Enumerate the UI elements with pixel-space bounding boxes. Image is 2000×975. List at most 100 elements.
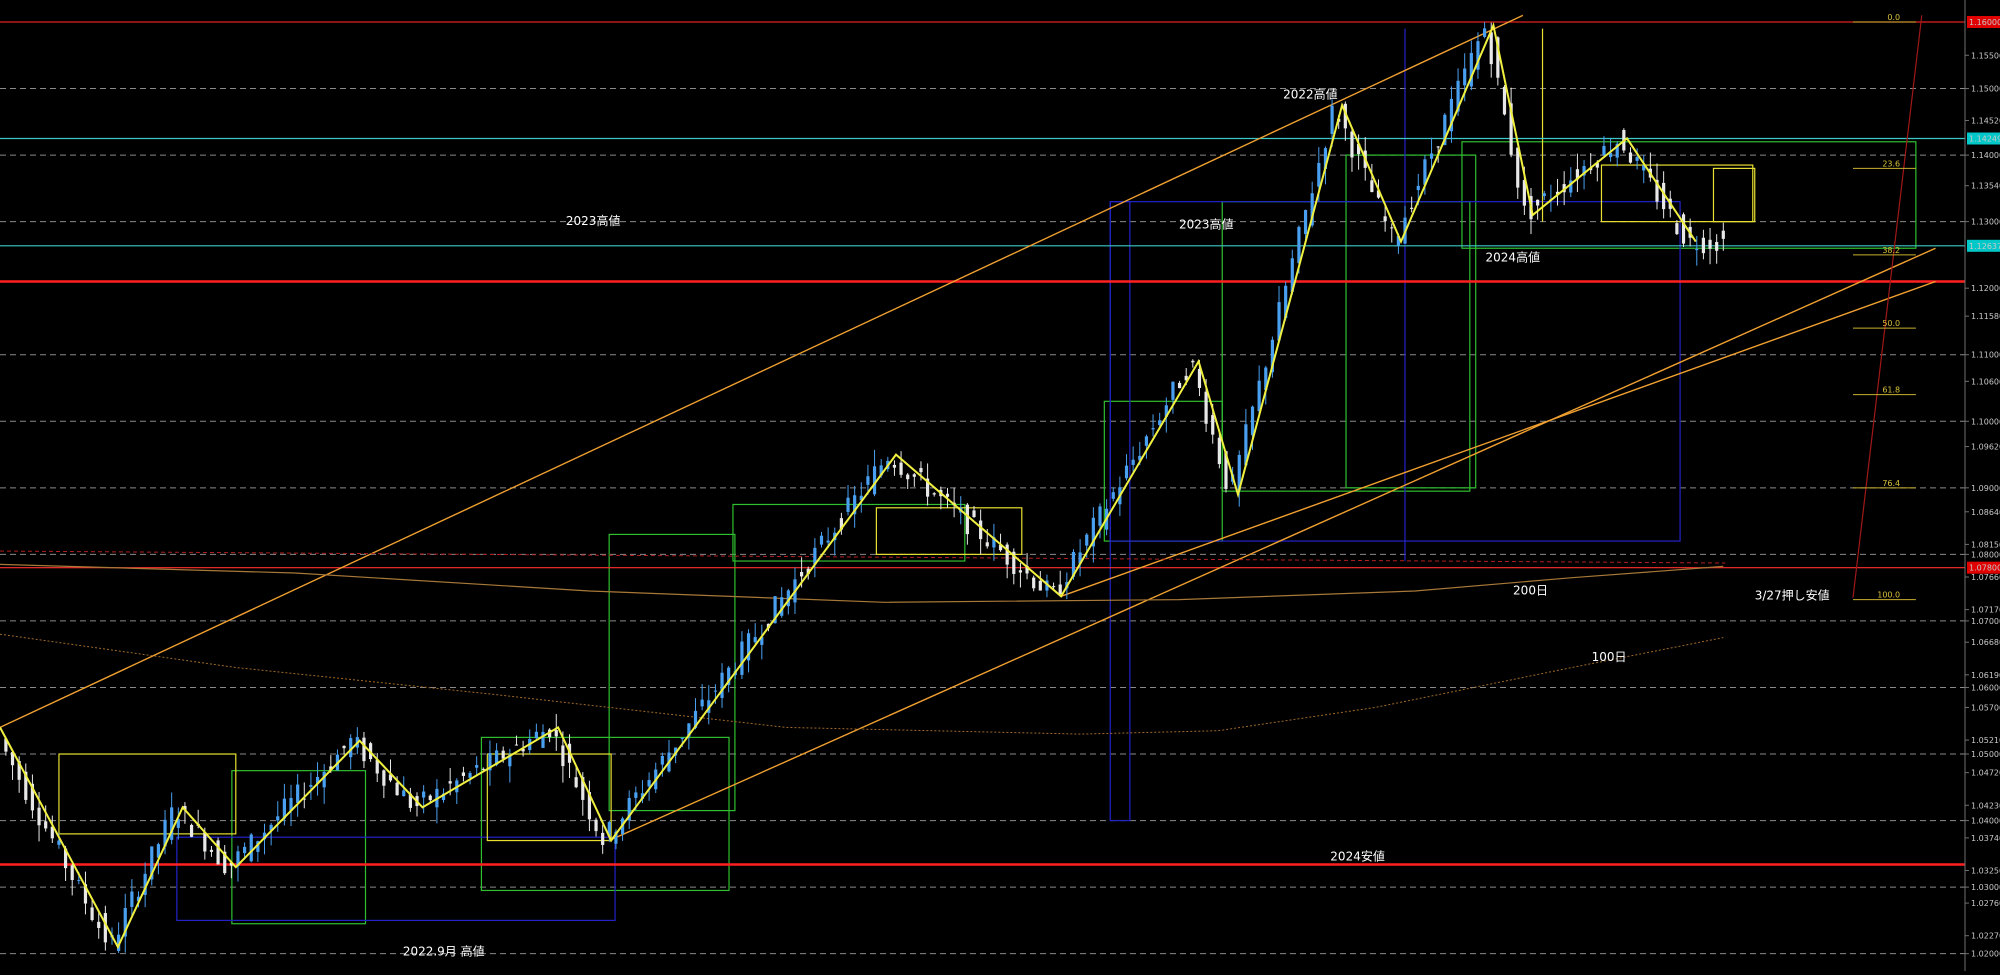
price-tick-label: 1.10600 bbox=[1971, 377, 2000, 386]
candle-body bbox=[912, 474, 916, 477]
chart-annotation: 2024安値 bbox=[1330, 849, 1385, 864]
ma-200-line bbox=[0, 563, 1724, 603]
candle-body bbox=[1131, 459, 1135, 465]
candle-body bbox=[342, 745, 346, 749]
candle-body bbox=[1197, 369, 1202, 388]
price-tick-label: 1.02760 bbox=[1971, 899, 2000, 908]
candle-body bbox=[1018, 570, 1023, 573]
price-axis[interactable]: 1.15500 1.15000 1.14520 1.14000 1.13540 1.130… bbox=[1964, 0, 2000, 971]
candle-body bbox=[216, 840, 220, 865]
candle-body bbox=[1144, 436, 1149, 446]
candle-body bbox=[189, 824, 194, 837]
candle-body bbox=[819, 535, 824, 545]
candle-body bbox=[541, 731, 545, 748]
candle-body bbox=[1217, 437, 1221, 465]
candle-body bbox=[1350, 131, 1354, 158]
candle-body bbox=[1370, 180, 1374, 193]
candle-body bbox=[647, 780, 651, 787]
price-highlight-label: 1.14249 bbox=[1969, 135, 2000, 144]
chart-annotation: 100日 bbox=[1592, 650, 1627, 664]
candle-body bbox=[634, 792, 638, 798]
candle-body bbox=[1715, 241, 1719, 251]
candle-body bbox=[1721, 230, 1725, 239]
fibonacci-retracement: 0.0 23.6 38.2 50.0 61.8 76.4 100.0 bbox=[1852, 13, 1916, 601]
candle-body bbox=[1502, 86, 1507, 115]
candle-body bbox=[203, 832, 207, 852]
candle-body bbox=[740, 641, 744, 675]
candle-body bbox=[866, 476, 870, 485]
price-highlight-label: 1.16000 bbox=[1969, 18, 2000, 27]
price-tick-label: 1.07660 bbox=[1971, 573, 2000, 582]
range-box bbox=[176, 836, 616, 921]
range-box bbox=[58, 753, 237, 835]
price-chart[interactable]: 0.0 23.6 38.2 50.0 61.8 76.4 100.0 2022高値 2023高… bbox=[0, 0, 2000, 971]
chart-annotation: 200日 bbox=[1513, 583, 1548, 597]
fibo-level-label: 50.0 bbox=[1882, 319, 1900, 328]
candle-body bbox=[461, 772, 466, 776]
price-tick-label: 1.02270 bbox=[1971, 932, 2000, 941]
candle-body bbox=[70, 865, 74, 881]
candle-body bbox=[1516, 147, 1520, 188]
price-highlight-label: 1.12637 bbox=[1969, 242, 2000, 251]
candle-body bbox=[932, 493, 936, 495]
price-tick-label: 1.06190 bbox=[1971, 671, 2000, 680]
candle-body bbox=[846, 497, 850, 512]
candle-body bbox=[1675, 223, 1679, 235]
candle-body bbox=[1708, 239, 1712, 249]
candle-body bbox=[1410, 207, 1414, 209]
candle-body bbox=[713, 690, 718, 692]
candle-body bbox=[800, 572, 804, 577]
price-tick-label: 1.02000 bbox=[1971, 950, 2000, 959]
candle-body bbox=[1536, 199, 1540, 206]
candle-body bbox=[1297, 226, 1301, 264]
candle-body bbox=[753, 637, 757, 643]
range-box bbox=[1712, 167, 1756, 223]
candle-body bbox=[130, 891, 134, 907]
candle-body bbox=[534, 731, 538, 739]
price-highlight-label: 1.07800 bbox=[1969, 564, 2000, 573]
price-tick-label: 1.08000 bbox=[1971, 550, 2000, 559]
candle-body bbox=[1098, 506, 1102, 526]
candle-body bbox=[395, 782, 399, 796]
candle-body bbox=[892, 464, 897, 468]
candle-body bbox=[249, 834, 253, 862]
ma-100-line bbox=[0, 633, 1724, 735]
candle-body bbox=[1151, 428, 1155, 430]
price-tick-label: 1.11580 bbox=[1971, 312, 2000, 321]
chart-annotation: 2023高値 bbox=[1179, 216, 1234, 231]
price-tick-label: 1.15500 bbox=[1971, 51, 2000, 60]
candle-body bbox=[872, 466, 877, 495]
candle-body bbox=[919, 468, 923, 473]
range-box bbox=[608, 533, 736, 812]
candle-body bbox=[44, 821, 48, 829]
candle-body bbox=[979, 520, 983, 540]
candle-body bbox=[1191, 360, 1195, 363]
candle-body bbox=[322, 771, 326, 788]
range-box bbox=[486, 753, 612, 842]
price-tick-label: 1.04230 bbox=[1971, 801, 2000, 810]
diagonal-line bbox=[1852, 15, 1923, 598]
candle-body bbox=[382, 770, 386, 786]
key-level-lines bbox=[0, 21, 1965, 866]
price-tick-label: 1.08640 bbox=[1971, 508, 2000, 517]
candle-body bbox=[243, 846, 247, 854]
candle-body bbox=[1330, 105, 1334, 134]
price-tick-label: 1.07170 bbox=[1971, 606, 2000, 615]
candle-body bbox=[296, 784, 300, 803]
fibo-level-label: 61.8 bbox=[1882, 386, 1900, 395]
price-tick-label: 1.14000 bbox=[1971, 151, 2000, 160]
price-tick-label: 1.04720 bbox=[1971, 769, 2000, 778]
candle-body bbox=[1317, 162, 1321, 187]
candle-body bbox=[945, 493, 950, 497]
price-tick-label: 1.07000 bbox=[1971, 617, 2000, 626]
fibo-level-label: 23.6 bbox=[1882, 159, 1900, 168]
candle-body bbox=[1111, 492, 1115, 499]
range-box bbox=[732, 503, 966, 562]
candle-body bbox=[1085, 534, 1089, 546]
candle-body bbox=[826, 540, 830, 543]
candle-body bbox=[1204, 391, 1208, 424]
chart-canvas[interactable]: 0.0 23.6 38.2 50.0 61.8 76.4 100.0 2022高値 2023高… bbox=[0, 0, 2000, 971]
grid-lines bbox=[0, 88, 1965, 955]
candle-body bbox=[1429, 153, 1434, 159]
candle-body bbox=[468, 773, 472, 778]
